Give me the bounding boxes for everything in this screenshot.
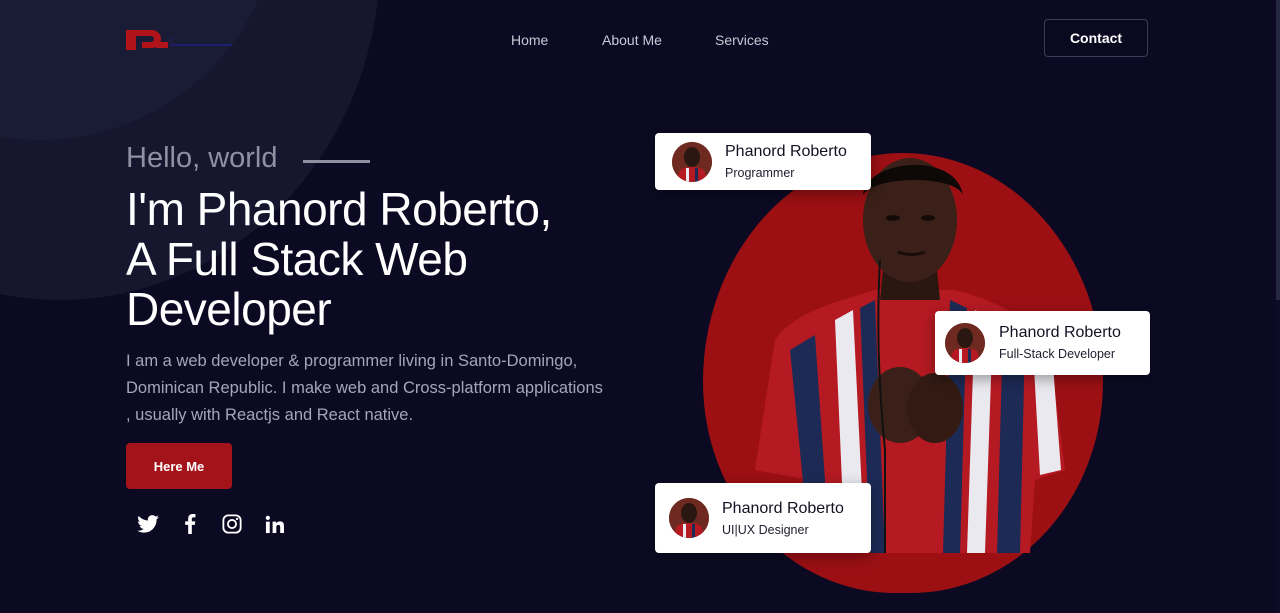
hire-me-button[interactable]: Here Me [126, 443, 232, 489]
contact-button[interactable]: Contact [1044, 19, 1148, 57]
nav-item-services[interactable]: Services [715, 32, 769, 48]
card-role: Programmer [725, 166, 795, 180]
twitter-icon[interactable] [136, 512, 160, 536]
facebook-icon[interactable] [178, 512, 202, 536]
avatar [945, 323, 985, 363]
card-role: UI|UX Designer [722, 523, 809, 537]
profile-card-programmer[interactable]: Phanord Roberto Programmer [655, 133, 871, 190]
hero-headline: I'm Phanord Roberto, A Full Stack Web De… [126, 184, 626, 334]
avatar [672, 142, 712, 182]
card-name: Phanord Roberto [999, 324, 1121, 341]
card-name: Phanord Roberto [722, 500, 844, 517]
headline-line: A Full Stack Web [126, 233, 468, 285]
hero-intro: I am a web developer & programmer living… [126, 348, 626, 429]
headline-line: I'm Phanord Roberto, [126, 183, 552, 235]
avatar [669, 498, 709, 538]
intro-line: Dominican Republic. I make web and Cross… [126, 379, 603, 397]
linkedin-icon[interactable] [262, 512, 286, 536]
greeting-divider [303, 160, 370, 163]
intro-line: , usually with Reactjs and React native. [126, 406, 414, 424]
profile-card-full-stack[interactable]: Phanord Roberto Full-Stack Developer [935, 311, 1150, 375]
card-name: Phanord Roberto [725, 143, 847, 160]
portfolio-page: P Home About Me Services Contact Hello, … [0, 0, 1280, 613]
headline-line: Developer [126, 283, 332, 335]
profile-card-uiux[interactable]: Phanord Roberto UI|UX Designer [655, 483, 871, 553]
intro-line: I am a web developer & programmer living… [126, 352, 578, 370]
instagram-icon[interactable] [220, 512, 244, 536]
card-role: Full-Stack Developer [999, 347, 1116, 361]
greeting-text: Hello, world [126, 142, 278, 174]
nav-item-about-me[interactable]: About Me [602, 32, 662, 48]
nav-item-home[interactable]: Home [511, 32, 548, 48]
